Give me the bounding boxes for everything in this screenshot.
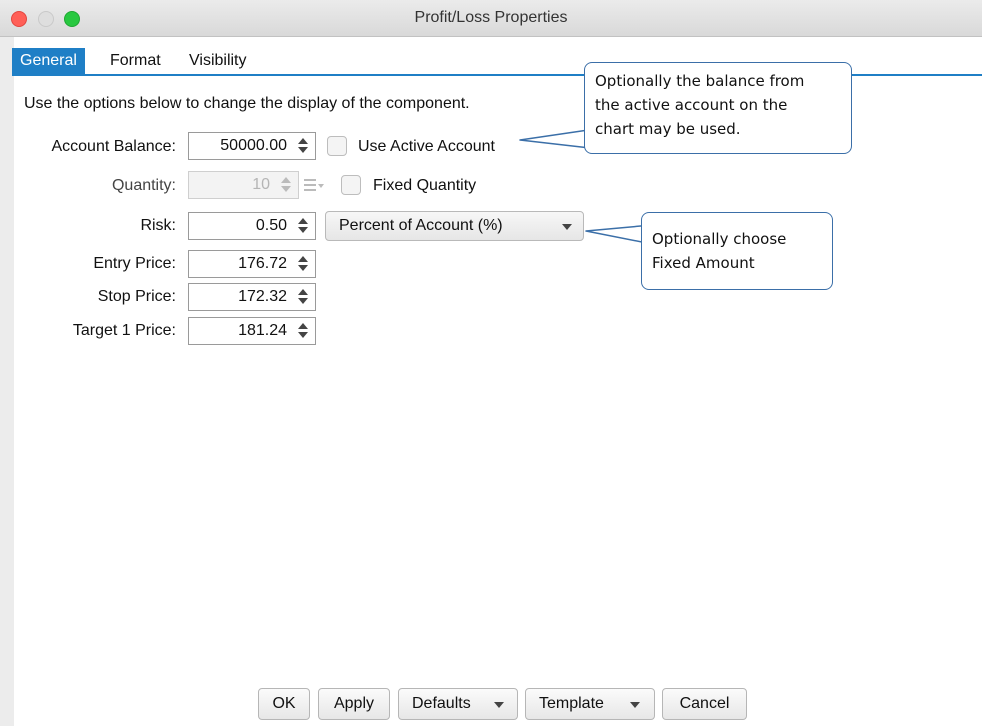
title-bar[interactable]: Profit/Loss Properties xyxy=(0,0,982,37)
quantity-value: 10 xyxy=(252,176,270,193)
fixed-quantity-label: Fixed Quantity xyxy=(373,177,477,194)
entry-price-label: Entry Price: xyxy=(93,255,176,272)
risk-callout-line-1: Optionally choose xyxy=(652,230,787,248)
defaults-button[interactable]: Defaults xyxy=(398,688,518,720)
fixed-quantity-checkbox[interactable] xyxy=(341,175,361,195)
list-menu-icon[interactable] xyxy=(304,176,326,194)
chevron-down-icon xyxy=(630,702,640,708)
ok-button[interactable]: OK xyxy=(258,688,310,720)
risk-callout-line-2: Fixed Amount xyxy=(652,254,755,272)
description-text: Use the options below to change the disp… xyxy=(24,95,470,112)
apply-button[interactable]: Apply xyxy=(318,688,390,720)
button-bar: OK Apply Defaults Template Cancel xyxy=(0,688,982,726)
risk-spinner[interactable]: 0.50 xyxy=(188,212,316,240)
properties-window: Profit/Loss Properties General Format Vi… xyxy=(0,0,982,726)
balance-callout: Optionally the balance from the active a… xyxy=(584,62,852,154)
risk-label: Risk: xyxy=(140,217,176,234)
entry-price-value: 176.72 xyxy=(238,255,287,272)
target1-price-label: Target 1 Price: xyxy=(72,322,176,339)
spinner-arrows-icon[interactable] xyxy=(297,256,309,272)
template-button[interactable]: Template xyxy=(525,688,655,720)
stop-price-spinner[interactable]: 172.32 xyxy=(188,283,316,311)
spinner-arrows-icon[interactable] xyxy=(280,177,292,193)
risk-type-selected: Percent of Account (%) xyxy=(339,217,503,234)
risk-callout: Optionally choose Fixed Amount xyxy=(641,212,833,290)
risk-value: 0.50 xyxy=(255,217,287,234)
stop-price-value: 172.32 xyxy=(238,288,287,305)
stop-price-label: Stop Price: xyxy=(97,288,176,305)
quantity-label: Quantity: xyxy=(111,177,176,194)
chevron-down-icon xyxy=(494,702,504,708)
target1-price-value: 181.24 xyxy=(238,322,287,339)
tab-visibility[interactable]: Visibility xyxy=(181,48,255,74)
use-active-account-checkbox[interactable] xyxy=(327,136,347,156)
entry-price-spinner[interactable]: 176.72 xyxy=(188,250,316,278)
balance-callout-line-2: the active account on the xyxy=(595,96,788,114)
spinner-arrows-icon[interactable] xyxy=(297,218,309,234)
spinner-arrows-icon[interactable] xyxy=(297,289,309,305)
account-balance-spinner[interactable]: 50000.00 xyxy=(188,132,316,160)
tab-general[interactable]: General xyxy=(12,48,85,74)
chevron-down-icon xyxy=(562,224,572,230)
account-balance-value: 50000.00 xyxy=(220,137,287,154)
account-balance-label: Account Balance: xyxy=(51,138,176,155)
risk-type-select[interactable]: Percent of Account (%) xyxy=(325,211,584,241)
balance-callout-line-1: Optionally the balance from xyxy=(595,72,805,90)
target1-price-spinner[interactable]: 181.24 xyxy=(188,317,316,345)
window-title: Profit/Loss Properties xyxy=(414,9,568,26)
tab-format[interactable]: Format xyxy=(102,48,169,74)
balance-callout-line-3: chart may be used. xyxy=(595,120,741,138)
quantity-spinner[interactable]: 10 xyxy=(188,171,299,199)
spinner-arrows-icon[interactable] xyxy=(297,323,309,339)
use-active-account-label: Use Active Account xyxy=(358,138,495,155)
cancel-button[interactable]: Cancel xyxy=(662,688,747,720)
spinner-arrows-icon[interactable] xyxy=(297,138,309,154)
